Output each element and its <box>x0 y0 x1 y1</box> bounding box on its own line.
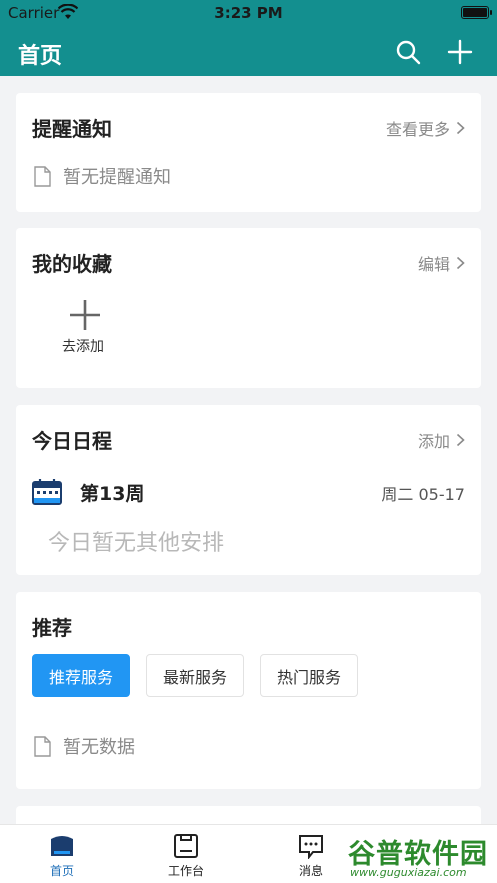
recommend-title: 推荐 <box>32 616 72 640</box>
week-row: 第13周 周二 05-17 <box>32 477 465 507</box>
tabbar-item-workbench[interactable]: 工作台 <box>146 833 226 879</box>
edit-link[interactable]: 编辑 <box>418 251 465 275</box>
tab-recommended-services[interactable]: 推荐服务 <box>32 654 131 697</box>
tabbar-item-messages[interactable]: 消息 <box>271 833 351 879</box>
chevron-right-icon <box>456 433 465 447</box>
favorites-card: 我的收藏 编辑 去添加 <box>16 228 481 388</box>
tabbar-label-messages: 消息 <box>298 864 323 878</box>
page-title: 首页 <box>18 44 63 69</box>
recommend-tabs: 推荐服务 最新服务 热门服务 <box>32 654 359 697</box>
tab-latest-services[interactable]: 最新服务 <box>146 654 245 697</box>
workbench-icon <box>174 834 198 858</box>
tabbar-label-workbench: 工作台 <box>167 864 204 878</box>
tabbar-item-home[interactable]: 首页 <box>22 833 102 879</box>
top-navbar: 首页 <box>0 28 497 76</box>
add-schedule-label: 添加 <box>417 432 450 451</box>
message-icon <box>299 835 323 859</box>
week-number: 第13周 <box>80 483 145 505</box>
document-icon <box>34 735 51 757</box>
schedule-empty-text: 今日暂无其他安排 <box>48 531 225 556</box>
reminders-empty: 暂无提醒通知 <box>34 163 171 189</box>
document-icon <box>34 165 51 187</box>
view-more-link[interactable]: 查看更多 <box>386 116 465 140</box>
watermark-url: www.guguxiazai.com <box>350 866 467 879</box>
schedule-date: 周二 05-17 <box>381 485 465 504</box>
recommend-empty: 暂无数据 <box>34 733 135 759</box>
add-favorite-icon[interactable] <box>64 294 106 336</box>
add-schedule-link[interactable]: 添加 <box>418 428 465 452</box>
reminders-card: 提醒通知 查看更多 暂无提醒通知 <box>16 93 481 212</box>
recommend-empty-text: 暂无数据 <box>63 737 135 758</box>
recommend-card: 推荐 推荐服务 最新服务 热门服务 暂无数据 <box>16 592 481 789</box>
plus-icon[interactable] <box>446 38 474 66</box>
view-more-label: 查看更多 <box>385 120 450 139</box>
schedule-title: 今日日程 <box>32 429 112 453</box>
search-icon[interactable] <box>394 38 422 66</box>
edit-label: 编辑 <box>417 255 450 274</box>
reminders-title: 提醒通知 <box>32 117 112 141</box>
chevron-right-icon <box>456 256 465 270</box>
chevron-right-icon <box>456 121 465 135</box>
clock: 3:23 PM <box>214 4 283 22</box>
tab-popular-services[interactable]: 热门服务 <box>260 654 359 697</box>
reminders-empty-text: 暂无提醒通知 <box>63 167 171 188</box>
calendar-icon <box>32 479 62 505</box>
watermark-logo: 谷普软件园 www.guguxiazai.com <box>346 830 497 883</box>
status-bar: Carrier 3:23 PM <box>0 0 497 28</box>
favorites-title: 我的收藏 <box>32 252 112 276</box>
tabbar-label-home: 首页 <box>49 864 74 878</box>
battery-icon <box>461 6 492 19</box>
schedule-card: 今日日程 添加 第13周 周二 05-17 今日暂无其他安排 <box>16 405 481 575</box>
add-favorite-label[interactable]: 去添加 <box>62 336 104 356</box>
home-icon <box>51 836 73 856</box>
